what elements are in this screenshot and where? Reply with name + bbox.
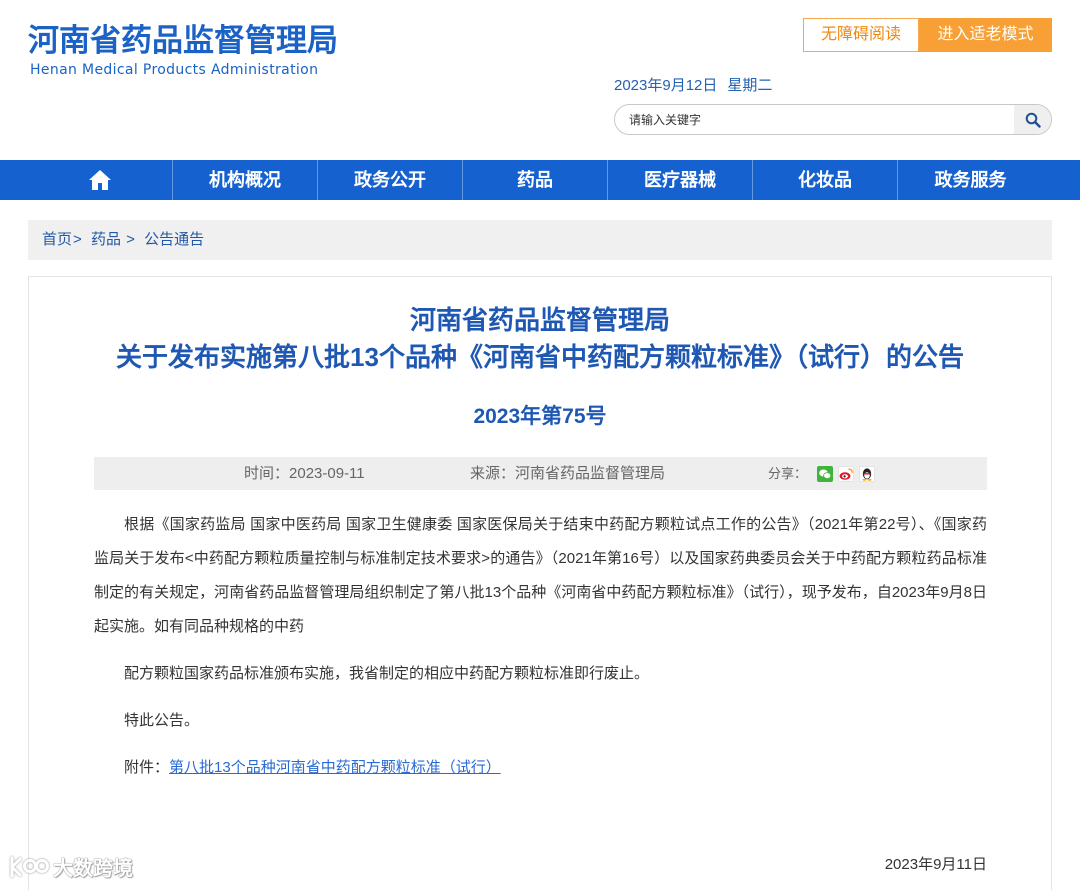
breadcrumb-separator: > xyxy=(126,231,135,248)
breadcrumb-drugs[interactable]: 药品 xyxy=(91,231,121,248)
search-icon xyxy=(1025,112,1041,128)
article-source-value: 河南省药品监督管理局 xyxy=(515,465,666,482)
share-label: 分享： xyxy=(768,466,808,481)
attachment-link[interactable]: 第八批13个品种河南省中药配方颗粒标准（试行） xyxy=(169,759,501,776)
nav-home[interactable] xyxy=(28,160,173,200)
breadcrumb-announcements[interactable]: 公告通告 xyxy=(144,231,204,248)
share-wechat-button[interactable] xyxy=(817,465,834,482)
search-button[interactable] xyxy=(1014,105,1051,134)
nav-item-organization[interactable]: 机构概况 xyxy=(173,160,318,200)
article-title-line-2: 关于发布实施第八批13个品种《河南省中药配方颗粒标准》（试行）的公告 xyxy=(116,342,964,372)
nav-item-government-services[interactable]: 政务服务 xyxy=(898,160,1043,200)
search-box xyxy=(614,104,1052,135)
main-nav: 机构概况 政务公开 药品 医疗器械 化妆品 政务服务 xyxy=(0,160,1080,200)
accessibility-reading-button[interactable]: 无障碍阅读 xyxy=(803,18,919,52)
article-paragraph: 根据《国家药监局 国家中医药局 国家卫生健康委 国家医保局关于结束中药配方颗粒试… xyxy=(94,516,987,635)
breadcrumb-separator: > xyxy=(73,231,82,248)
nav-item-government-affairs[interactable]: 政务公开 xyxy=(318,160,463,200)
article-container: 河南省药品监督管理局 关于发布实施第八批13个品种《河南省中药配方颗粒标准》（试… xyxy=(28,276,1052,890)
document-number: 2023年第75号 xyxy=(473,405,607,428)
publish-time: 时间：2023-09-11 xyxy=(244,457,365,490)
nav-item-drugs[interactable]: 药品 xyxy=(463,160,608,200)
article-meta-bar: 时间：2023-09-11 来源：河南省药品监督管理局 分享： xyxy=(94,457,987,490)
current-date: 2023年9月12日 星期二 xyxy=(614,75,772,97)
share-qq-button[interactable] xyxy=(859,465,876,482)
publish-time-label: 时间： xyxy=(244,465,290,482)
article-paragraph: 特此公告。 xyxy=(124,712,200,729)
nav-item-cosmetics[interactable]: 化妆品 xyxy=(753,160,898,200)
site-logo-subtitle[interactable]: Henan Medical Products Administration xyxy=(30,60,318,80)
article-title: 河南省药品监督管理局 关于发布实施第八批13个品种《河南省中药配方颗粒标准》（试… xyxy=(29,302,1051,376)
wechat-icon xyxy=(817,465,834,482)
weekday-text: 星期二 xyxy=(727,77,773,94)
breadcrumb-home[interactable]: 首页 xyxy=(42,231,72,248)
signature-date: 2023年9月11日 xyxy=(884,856,987,873)
article-source: 来源：河南省药品监督管理局 xyxy=(470,457,665,490)
date-text: 2023年9月12日 xyxy=(614,77,718,94)
share-weibo-button[interactable] xyxy=(838,465,855,482)
site-logo-title[interactable]: 河南省药品监督管理局 xyxy=(28,20,338,62)
article-paragraph: 配方颗粒国家药品标准颁布实施，我省制定的相应中药配方颗粒标准即行废止。 xyxy=(124,665,650,682)
share-bar: 分享： xyxy=(768,457,876,490)
elderly-mode-button[interactable]: 进入适老模式 xyxy=(919,18,1052,52)
article-title-line-1: 河南省药品监督管理局 xyxy=(409,305,670,335)
weibo-icon xyxy=(838,465,855,482)
attachment-label: 附件： xyxy=(124,759,170,776)
article-source-label: 来源： xyxy=(470,465,516,482)
publish-time-value: 2023-09-11 xyxy=(289,465,365,482)
site-header: 河南省药品监督管理局 Henan Medical Products Admini… xyxy=(0,0,1080,160)
breadcrumb: 首页> 药品 > 公告通告 xyxy=(28,220,1052,260)
nav-item-medical-devices[interactable]: 医疗器械 xyxy=(608,160,753,200)
qq-icon xyxy=(859,465,876,482)
attachment-line: 附件：第八批13个品种河南省中药配方颗粒标准（试行） xyxy=(94,751,987,785)
home-icon xyxy=(89,170,111,190)
search-input[interactable] xyxy=(615,105,1015,134)
article-body: 根据《国家药监局 国家中医药局 国家卫生健康委 国家医保局关于结束中药配方颗粒试… xyxy=(94,508,987,798)
main-nav-items: 机构概况 政务公开 药品 医疗器械 化妆品 政务服务 xyxy=(28,160,1043,200)
